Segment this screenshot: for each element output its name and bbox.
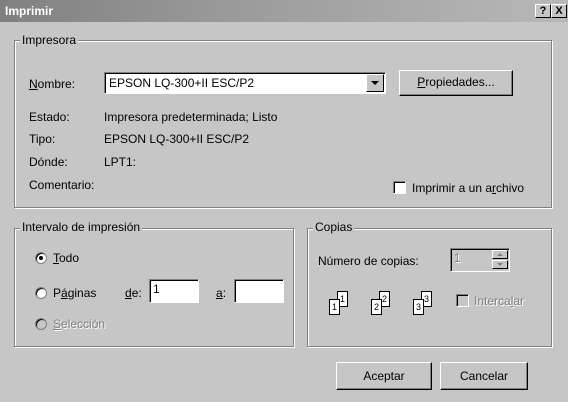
where-value: LPT1: — [104, 155, 137, 169]
type-label: Tipo: — [29, 132, 56, 146]
copies-count-input[interactable]: 1 — [450, 248, 510, 272]
properties-button[interactable]: Propiedades... — [399, 70, 513, 96]
copies-down-button[interactable] — [492, 260, 508, 269]
collate-page-icon: 1 — [329, 299, 340, 315]
window-title: Imprimir — [5, 4, 54, 18]
range-selection-radio[interactable] — [35, 318, 47, 330]
print-range-label: Intervalo de impresión — [20, 220, 143, 234]
range-all-label[interactable]: Todo — [53, 251, 79, 265]
print-to-file-label[interactable]: Imprimir a un archivo — [412, 181, 524, 195]
range-pages-label[interactable]: Páginas — [53, 286, 96, 300]
collate-label[interactable]: Intercalar — [474, 294, 524, 308]
printer-dropdown-button[interactable] — [366, 74, 384, 92]
ok-button[interactable]: Aceptar — [336, 362, 432, 390]
status-label: Estado: — [29, 110, 70, 124]
print-to-file-checkbox[interactable] — [393, 181, 406, 194]
close-button[interactable]: X — [551, 4, 567, 18]
range-from-input[interactable]: 1 — [149, 279, 199, 303]
range-from-value: 1 — [153, 282, 160, 296]
copies-count-value: 1 — [454, 251, 461, 265]
comment-label: Comentario: — [29, 178, 95, 192]
help-button[interactable]: ? — [535, 4, 551, 18]
where-label: Dónde: — [29, 155, 68, 169]
collate-checkbox[interactable] — [456, 294, 469, 307]
cancel-button[interactable]: Cancelar — [440, 362, 528, 390]
arrow-up-icon — [497, 253, 503, 256]
printer-name-select[interactable]: EPSON LQ-300+II ESC/P2 — [104, 72, 386, 94]
type-value: EPSON LQ-300+II ESC/P2 — [104, 132, 250, 146]
range-pages-radio[interactable] — [35, 287, 47, 299]
radio-selected-dot — [39, 256, 43, 260]
copies-up-button[interactable] — [492, 250, 508, 259]
printer-group-label: Impresora — [20, 33, 79, 47]
copies-group-label: Copias — [313, 220, 355, 234]
arrow-down-icon — [497, 263, 503, 266]
chevron-down-icon — [371, 81, 379, 85]
range-to-input[interactable] — [234, 279, 284, 303]
range-all-radio[interactable] — [35, 252, 47, 264]
copies-count-label: Número de copias: — [318, 254, 419, 268]
range-from-label: de: — [125, 286, 142, 300]
range-selection-label[interactable]: Selección — [53, 317, 105, 331]
collate-page-icon: 2 — [371, 299, 382, 315]
status-value: Impresora predeterminada; Listo — [104, 110, 278, 124]
range-to-label: a: — [216, 286, 227, 300]
collate-page-icon: 3 — [413, 299, 424, 315]
copies-group — [307, 228, 552, 347]
printer-name-label: Nombre: — [29, 77, 76, 91]
title-bar[interactable]: Imprimir ? X — [0, 0, 568, 22]
printer-name-value: EPSON LQ-300+II ESC/P2 — [109, 76, 255, 90]
